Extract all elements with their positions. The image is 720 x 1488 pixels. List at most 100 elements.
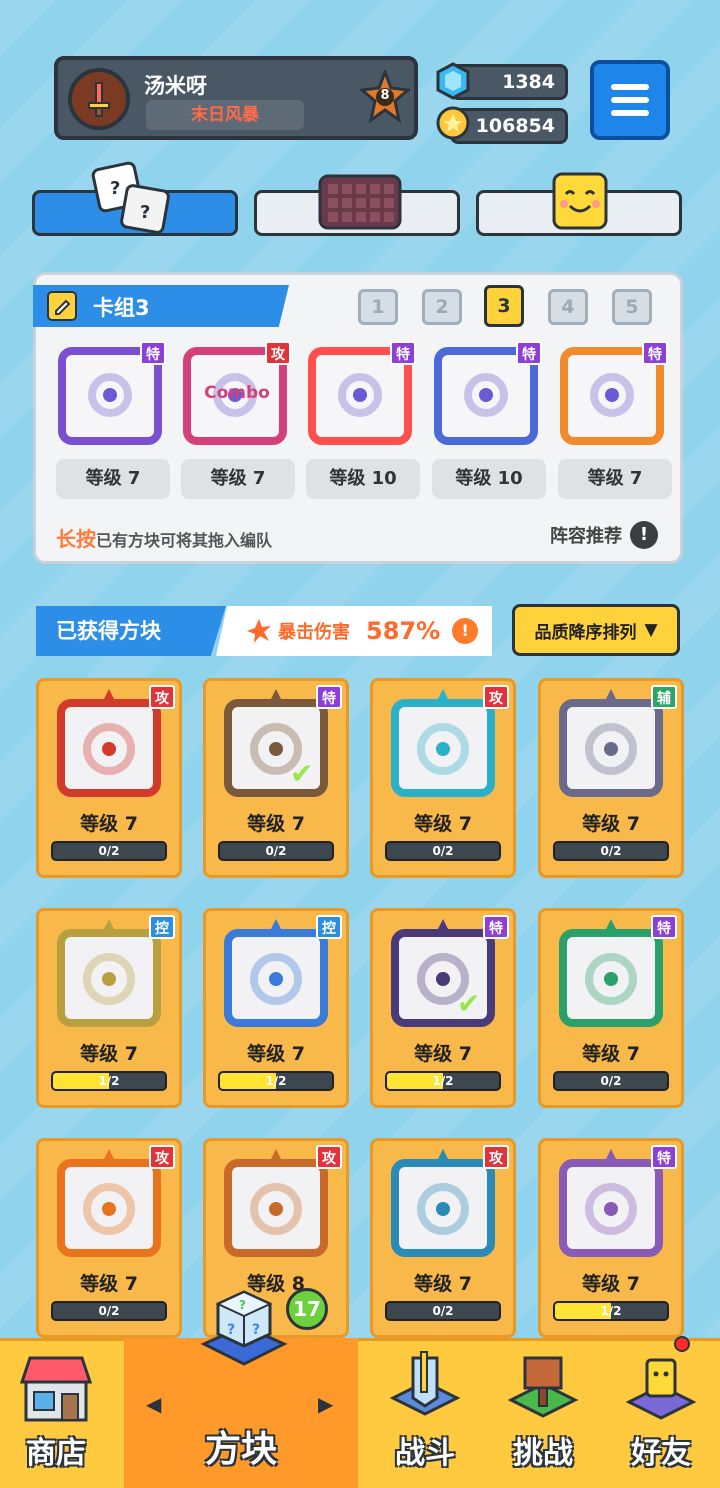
arrow-left-icon[interactable]: ◀: [146, 1392, 161, 1416]
block-level: 等级 7: [247, 813, 305, 835]
block-card[interactable]: 特等级 7 1/2: [538, 1138, 684, 1338]
block-type-tag: 特: [483, 915, 509, 939]
menu-line: [611, 110, 649, 116]
block-level: 等级 7: [80, 813, 138, 835]
progress-text: 1/2: [98, 1074, 120, 1088]
progress-text: 0/2: [98, 1304, 120, 1318]
deck-panel: 卡组3 1 2 3 4 5 特等级 7 攻 Combo 等级 7 特等级 10 特等级 1…: [33, 272, 683, 564]
hint-highlight: 长按: [56, 527, 96, 551]
progress-text: 1/2: [600, 1304, 622, 1318]
block-level: 等级 7: [80, 1273, 138, 1295]
deck-card[interactable]: 特: [306, 337, 416, 445]
deck-card[interactable]: 特: [56, 337, 166, 445]
block-card[interactable]: 控等级 7 1/2: [36, 908, 182, 1108]
svg-text:?: ?: [140, 202, 150, 223]
menu-line: [611, 84, 649, 90]
block-level: 等级 7: [414, 1273, 472, 1295]
progress-text: 0/2: [600, 844, 622, 858]
upgrade-progress-bar: 0/2: [51, 841, 167, 861]
nav-challenge[interactable]: 挑战: [484, 1338, 602, 1488]
deck-card-level: 等级 10: [432, 459, 546, 499]
deck-card[interactable]: 特: [558, 337, 668, 445]
deck-number-3[interactable]: 3: [484, 285, 524, 327]
burst-icon: [247, 619, 271, 643]
deck-card-level: 等级 7: [181, 459, 295, 499]
deck-title: 卡组3: [93, 296, 150, 320]
progress-text: 1/2: [432, 1074, 454, 1088]
block-level: 等级 7: [582, 1043, 640, 1065]
block-type-tag: 攻: [265, 341, 291, 365]
block-type-tag: 特: [651, 915, 677, 939]
progress-text: 0/2: [600, 1074, 622, 1088]
drag-hint: 长按已有方块可将其拖入编队: [56, 523, 272, 552]
block-level: 等级 7: [80, 1043, 138, 1065]
block-card[interactable]: 特 ✔ 等级 7 0/2: [203, 678, 349, 878]
upgrade-progress-bar: 1/2: [385, 1071, 501, 1091]
player-name: 汤米呀: [144, 74, 207, 98]
player-title: 末日风暴: [146, 100, 304, 130]
crit-damage-panel[interactable]: 暴击伤害 587% !: [216, 606, 492, 656]
progress-text: 0/2: [98, 844, 120, 858]
block-card[interactable]: 控等级 7 1/2: [203, 908, 349, 1108]
gem-icon: [436, 62, 470, 100]
menu-button[interactable]: [590, 60, 670, 140]
upgrade-progress-bar: 1/2: [218, 1071, 334, 1091]
block-card[interactable]: 攻等级 7 0/2: [370, 1138, 516, 1338]
nav-shop[interactable]: 商店: [0, 1338, 112, 1488]
sort-dropdown[interactable]: 品质降序排列 ▼: [512, 604, 680, 656]
block-type-tag: 特: [316, 685, 342, 709]
deck-number-4[interactable]: 4: [548, 289, 588, 325]
battle-icon: [389, 1351, 461, 1416]
crit-label: 暴击伤害: [278, 622, 350, 643]
block-type-tag: 攻: [316, 1145, 342, 1169]
avatar: [68, 68, 130, 130]
challenge-sign-icon: [507, 1356, 579, 1418]
deck-card-level: 等级 7: [56, 459, 170, 499]
block-level: 等级 7: [414, 813, 472, 835]
owned-blocks-title: 已获得方块: [36, 606, 226, 656]
deck-title-banner: 卡组3: [33, 285, 289, 327]
progress-text: 0/2: [265, 844, 287, 858]
nav-battle[interactable]: 战斗: [366, 1338, 484, 1488]
block-card[interactable]: 特 ✔ 等级 7 1/2: [370, 908, 516, 1108]
shop-icon: [19, 1356, 93, 1422]
rank-badge: 8: [358, 67, 412, 126]
svg-text:?: ?: [227, 1322, 235, 1338]
upgrade-progress-bar: 1/2: [51, 1071, 167, 1091]
upgrade-progress-bar: 0/2: [218, 841, 334, 861]
progress-text: 0/2: [432, 844, 454, 858]
arrow-right-icon[interactable]: ▶: [318, 1392, 333, 1416]
checkmark-icon: ✔: [290, 757, 314, 790]
new-blocks-badge: 17: [286, 1288, 328, 1330]
upgrade-progress-bar: 0/2: [553, 841, 669, 861]
block-level: 等级 7: [582, 1273, 640, 1295]
block-type-tag: 控: [316, 915, 342, 939]
pencil-icon[interactable]: [47, 291, 77, 321]
deck-card[interactable]: 攻 Combo: [181, 337, 291, 445]
block-card[interactable]: 攻等级 7 0/2: [36, 1138, 182, 1338]
crit-info-icon: !: [452, 618, 479, 644]
svg-text:?: ?: [239, 1298, 246, 1312]
deck-card[interactable]: 特: [432, 337, 542, 445]
combo-text: Combo: [204, 383, 270, 403]
player-profile[interactable]: 汤米呀 末日风暴 8: [54, 56, 418, 140]
block-card[interactable]: 特等级 7 0/2: [538, 908, 684, 1108]
lineup-recommend-button[interactable]: 阵容推荐 !: [550, 521, 658, 549]
hint-text: 已有方块可将其拖入编队: [96, 531, 273, 550]
crit-value: 587%: [366, 617, 441, 645]
block-card[interactable]: 辅等级 7 0/2: [538, 678, 684, 878]
recommend-label: 阵容推荐: [550, 526, 622, 547]
block-card[interactable]: 攻等级 7 0/2: [370, 678, 516, 878]
progress-text: 0/2: [432, 1304, 454, 1318]
svg-text:?: ?: [252, 1322, 260, 1338]
sword-icon: [88, 82, 110, 117]
notification-dot: [674, 1336, 690, 1352]
deck-number-2[interactable]: 2: [422, 289, 462, 325]
info-icon: !: [630, 521, 658, 549]
deck-number-1[interactable]: 1: [358, 289, 398, 325]
progress-text: 1/2: [265, 1074, 287, 1088]
nav-friends[interactable]: 好友: [602, 1338, 720, 1488]
block-level: 等级 7: [247, 1043, 305, 1065]
deck-number-5[interactable]: 5: [612, 289, 652, 325]
block-card[interactable]: 攻等级 7 0/2: [36, 678, 182, 878]
